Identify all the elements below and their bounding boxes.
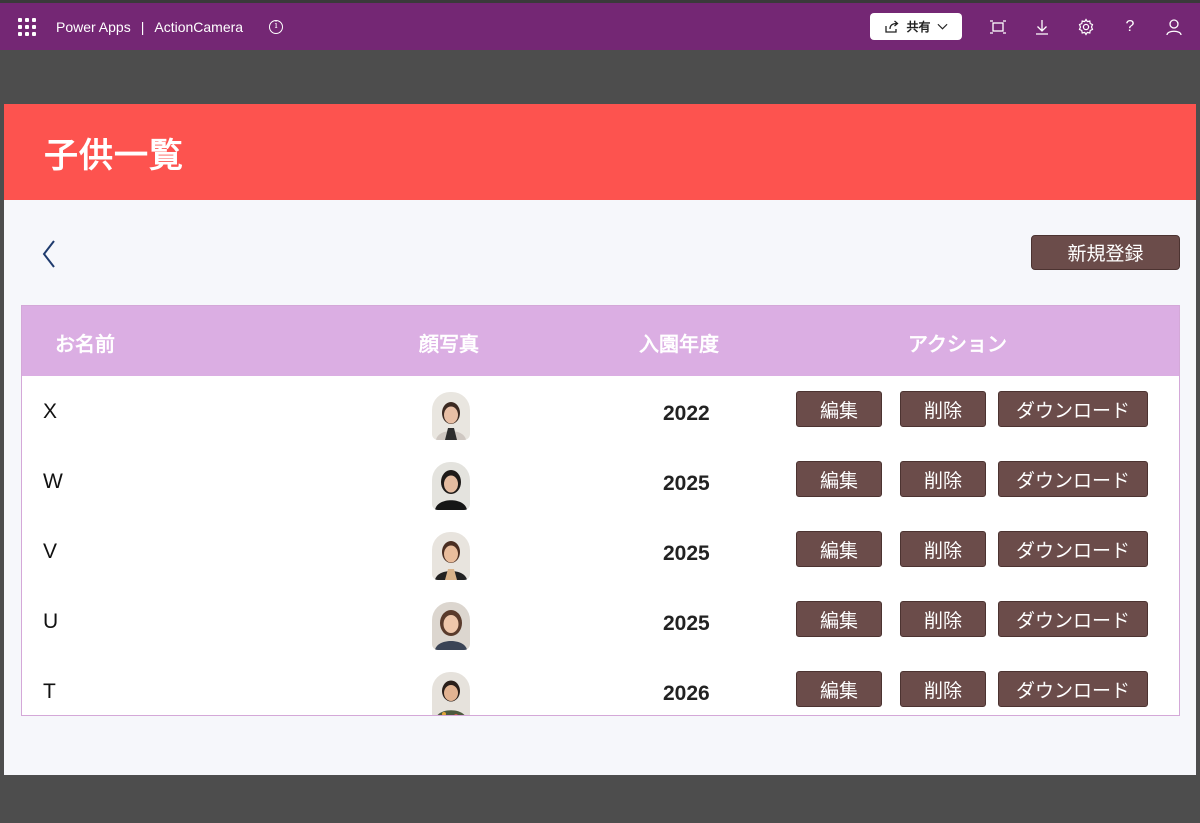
child-name: W xyxy=(43,470,63,493)
back-button[interactable] xyxy=(36,238,62,270)
app-title: ActionCamera xyxy=(154,18,244,35)
enrollment-year: 2026 xyxy=(663,682,710,705)
enrollment-year: 2025 xyxy=(663,542,710,565)
header-band: 子供一覧 xyxy=(4,104,1196,200)
edit-button[interactable]: 編集 xyxy=(796,601,882,637)
chevron-down-icon xyxy=(936,23,948,30)
table-row[interactable]: V 2025 編集 削除 ダウンロード xyxy=(22,518,1179,580)
chevron-left-icon xyxy=(42,240,55,268)
user-icon[interactable] xyxy=(1152,5,1196,49)
edit-button[interactable]: 編集 xyxy=(796,461,882,497)
delete-button[interactable]: 削除 xyxy=(900,531,986,567)
download-button[interactable]: ダウンロード xyxy=(998,531,1148,567)
child-photo-w[interactable] xyxy=(432,462,470,510)
download-button[interactable]: ダウンロード xyxy=(998,461,1148,497)
topbar-actions: 共有 ? xyxy=(870,3,1200,50)
column-header-photo: 顔写真 xyxy=(419,332,479,356)
waffle-icon[interactable] xyxy=(18,17,36,36)
edit-button[interactable]: 編集 xyxy=(796,391,882,427)
table-row[interactable]: U 2025 編集 削除 ダウンロード xyxy=(22,588,1179,650)
enrollment-year: 2025 xyxy=(663,472,710,495)
face-photo xyxy=(432,462,470,510)
help-icon[interactable]: ? xyxy=(1108,5,1152,49)
table-row[interactable]: T 2026 編集 削除 ダウンロード xyxy=(22,658,1179,715)
child-name: T xyxy=(43,680,56,703)
child-photo-u[interactable] xyxy=(432,602,470,650)
info-icon[interactable]: i xyxy=(269,19,284,34)
fit-screen-icon[interactable] xyxy=(976,5,1020,49)
face-photo xyxy=(432,532,470,580)
delete-button[interactable]: 削除 xyxy=(900,671,986,707)
download-button[interactable]: ダウンロード xyxy=(998,391,1148,427)
table-row[interactable]: W 2025 編集 削除 ダウンロード xyxy=(22,448,1179,510)
child-name: V xyxy=(43,540,58,563)
title-separator: | xyxy=(140,18,145,35)
face-photo xyxy=(432,672,470,715)
face-photo xyxy=(432,602,470,650)
enrollment-year: 2022 xyxy=(663,402,710,425)
child-photo-v[interactable] xyxy=(432,532,470,580)
page-title: 子供一覧 xyxy=(44,135,184,176)
child-photo-x[interactable] xyxy=(432,392,470,440)
face-photo xyxy=(432,392,470,440)
share-button[interactable]: 共有 xyxy=(870,13,962,40)
column-header-name: お名前 xyxy=(55,332,115,356)
power-apps-topbar: Power Apps | ActionCamera i 共有 ? xyxy=(0,0,1200,50)
app-canvas: 子供一覧 新規登録 お名前 顔写真 入園年度 アクション X 2022 編集 削… xyxy=(4,104,1196,775)
child-photo-t[interactable] xyxy=(432,672,470,715)
settings-icon[interactable] xyxy=(1064,5,1108,49)
new-registration-button[interactable]: 新規登録 xyxy=(1031,235,1180,270)
column-header-action: アクション xyxy=(908,332,1007,356)
delete-button[interactable]: 削除 xyxy=(900,391,986,427)
column-header-year: 入園年度 xyxy=(639,332,719,356)
download-button[interactable]: ダウンロード xyxy=(998,671,1148,707)
child-name: U xyxy=(43,610,59,633)
share-icon xyxy=(885,20,899,33)
edit-button[interactable]: 編集 xyxy=(796,671,882,707)
enrollment-year: 2025 xyxy=(663,612,710,635)
children-table: お名前 顔写真 入園年度 アクション X 2022 編集 削除 ダウンロード W… xyxy=(21,305,1180,716)
edit-button[interactable]: 編集 xyxy=(796,531,882,567)
table-header: お名前 顔写真 入園年度 アクション xyxy=(22,306,1179,376)
table-row[interactable]: X 2022 編集 削除 ダウンロード xyxy=(22,378,1179,440)
delete-button[interactable]: 削除 xyxy=(900,601,986,637)
child-name: X xyxy=(43,400,58,423)
download-icon[interactable] xyxy=(1020,5,1064,49)
app-name: Power Apps xyxy=(56,18,131,35)
share-label: 共有 xyxy=(906,20,931,34)
delete-button[interactable]: 削除 xyxy=(900,461,986,497)
download-button[interactable]: ダウンロード xyxy=(998,601,1148,637)
